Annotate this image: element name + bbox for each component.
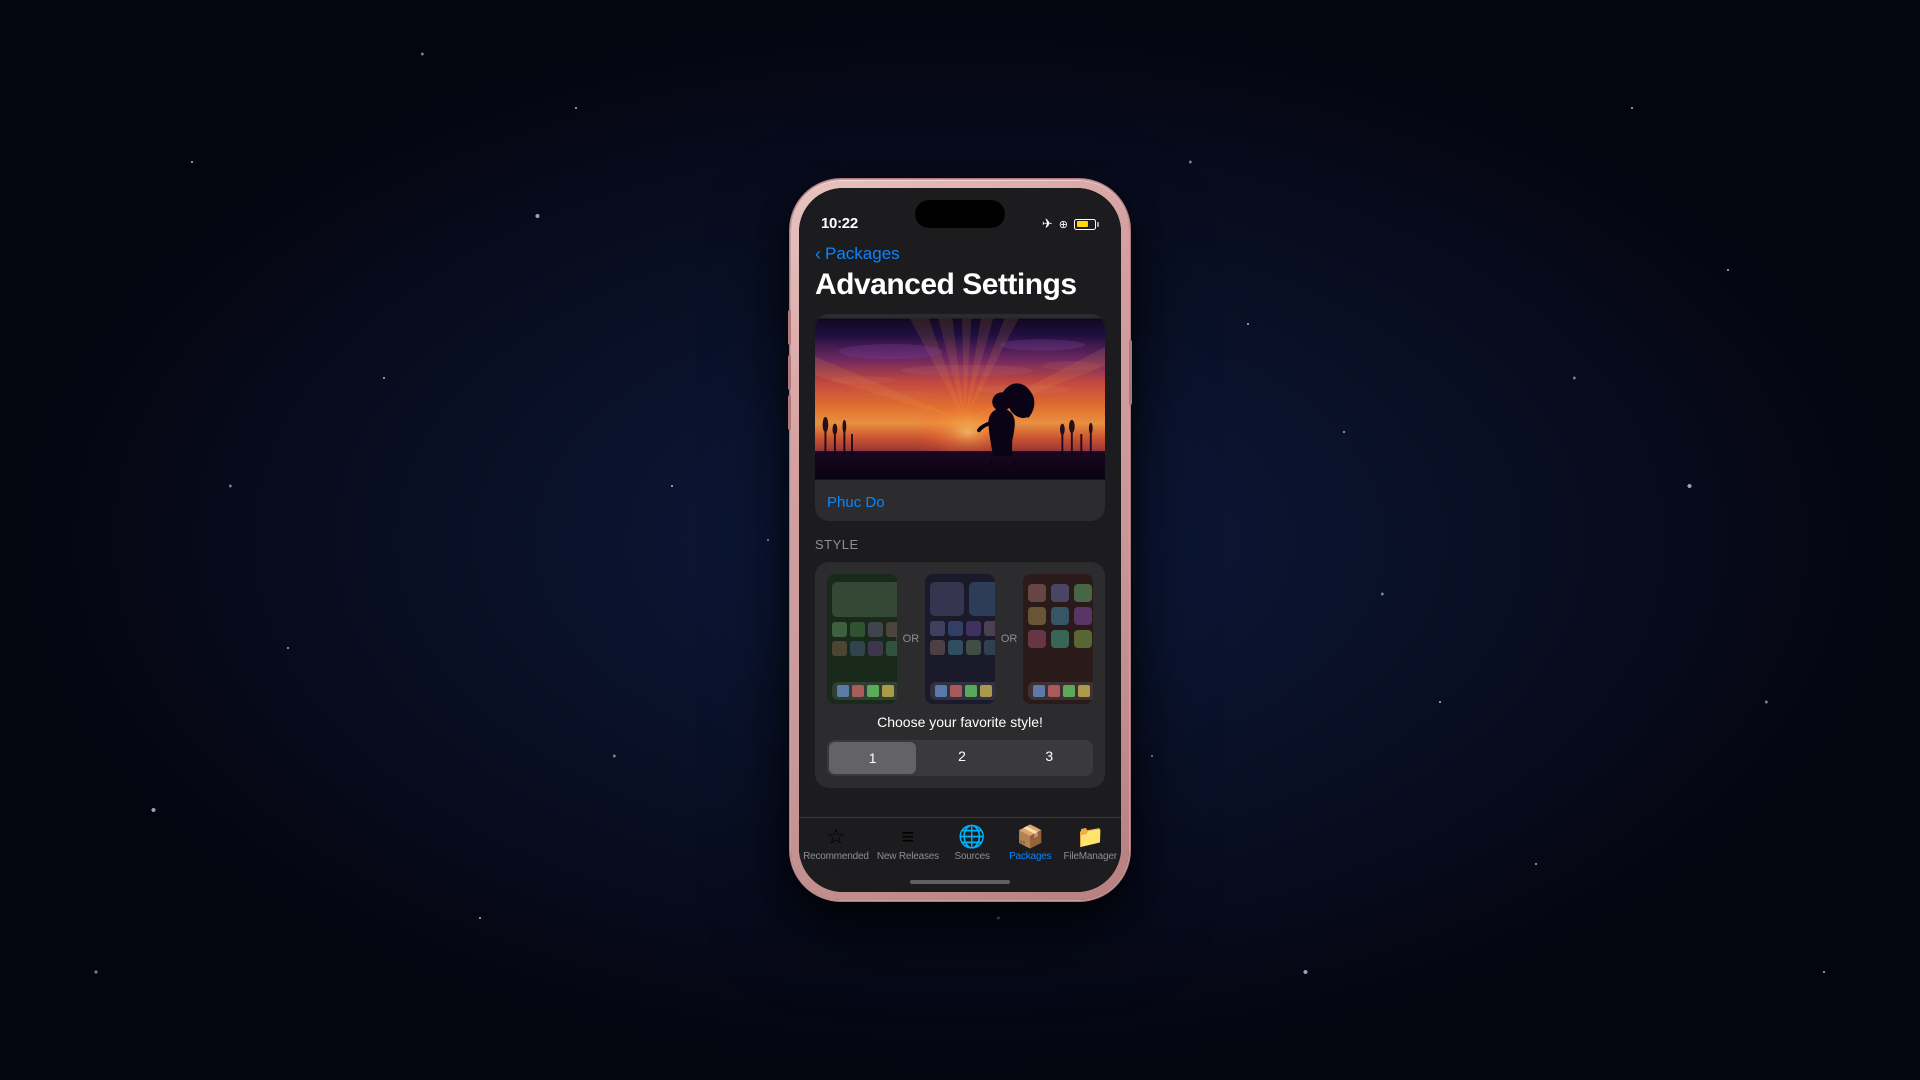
page-title: Advanced Settings [799,264,1121,314]
tab-packages[interactable]: 📦 Packages [1005,826,1055,862]
back-chevron-icon: ‹ [815,245,821,263]
style-btn-3[interactable]: 3 [1006,740,1093,776]
back-label[interactable]: Packages [825,244,900,264]
style-btn-1[interactable]: 1 [829,742,916,774]
packages-label: Packages [1009,851,1051,862]
packages-icon: 📦 [1017,826,1044,848]
new-releases-icon: ≡ [901,826,914,848]
hero-image [815,314,1105,484]
filemanager-label: FileManager [1063,851,1116,862]
screen-content: 10:22 ✈ ⊕ ‹ Packa [799,188,1121,892]
filemanager-icon: 📁 [1076,826,1103,848]
style-button-group: 1 2 3 [827,740,1093,776]
status-time: 10:22 [821,215,858,232]
dynamic-island [915,200,1005,228]
phone-screen: 10:22 ✈ ⊕ ‹ Packa [799,188,1121,892]
recommended-icon: ☆ [826,826,846,848]
battery-icon [1074,219,1099,230]
or-label-2: OR [1001,633,1018,645]
sunset-illustration [815,314,1105,484]
sources-icon: 🌐 [958,826,985,848]
style-section: STYLE [799,521,1121,788]
style-preview-1[interactable]: › [827,574,897,704]
sources-label: Sources [954,851,989,862]
wifi-icon: ⊕ [1059,218,1068,231]
tab-recommended[interactable]: ☆ Recommended [803,826,869,862]
style-preview-2[interactable] [925,574,995,704]
style-section-label: STYLE [815,537,1105,552]
scroll-area[interactable]: ‹ Packages Advanced Settings [799,238,1121,817]
home-indicator [910,880,1010,884]
battery-body [1074,219,1096,230]
battery-tip [1097,222,1099,227]
phone-frame: 10:22 ✈ ⊕ ‹ Packa [791,180,1129,900]
back-navigation[interactable]: ‹ Packages [799,238,1121,264]
hero-card: Phuc Do [815,314,1105,521]
airplane-icon: ✈ [1042,216,1053,232]
tab-new-releases[interactable]: ≡ New Releases [877,826,939,862]
style-previews: › OR [827,574,1093,704]
style-caption: Choose your favorite style! [827,714,1093,730]
status-icons: ✈ ⊕ [1042,216,1099,232]
tab-sources[interactable]: 🌐 Sources [947,826,997,862]
recommended-label: Recommended [803,851,869,862]
style-btn-2[interactable]: 2 [918,740,1005,776]
tab-filemanager[interactable]: 📁 FileManager [1063,826,1116,862]
new-releases-label: New Releases [877,851,939,862]
style-card: › OR [815,562,1105,788]
battery-fill [1077,221,1088,227]
hero-author-link[interactable]: Phuc Do [815,484,1105,521]
style-preview-3[interactable] [1023,574,1093,704]
or-label-1: OR [903,633,920,645]
